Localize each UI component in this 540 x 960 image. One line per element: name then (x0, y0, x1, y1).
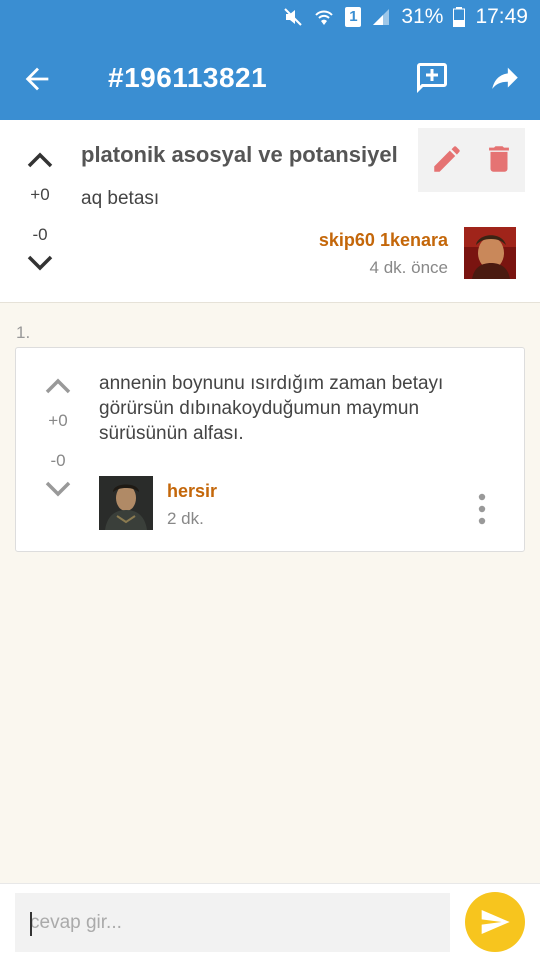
send-icon (481, 910, 510, 934)
chevron-up-icon[interactable] (38, 374, 78, 403)
battery-text: 31% (401, 5, 444, 28)
entry-body: aq betası (81, 188, 160, 209)
author-avatar[interactable] (464, 227, 516, 279)
entry-card: +0 -0 platonik asosyal ve potansiyel aq … (0, 120, 540, 303)
arrow-left-icon[interactable] (20, 62, 54, 96)
status-bar: 1 31% 17:49 (0, 0, 540, 36)
entry-actions (418, 128, 525, 192)
add-comment-icon[interactable] (414, 60, 450, 96)
reply-time: 2 dk. (167, 509, 204, 528)
sim-indicator: 1 (345, 7, 362, 27)
reply-card: +0 -0 annenin boynunu ısırdığım zaman be… (15, 347, 525, 552)
clock: 17:49 (475, 5, 528, 28)
reply-input[interactable] (15, 893, 450, 952)
downvote-count: -0 (50, 451, 66, 470)
share-icon[interactable] (488, 62, 522, 96)
reply-input-bar (0, 883, 540, 960)
mute-icon (283, 7, 303, 27)
battery-icon (453, 7, 466, 27)
chevron-up-icon[interactable] (20, 148, 60, 177)
entry-vote-column: +0 -0 (20, 148, 60, 280)
status-icons: 1 31% 17:49 (283, 5, 528, 29)
reply-body: annenin boynunu ısırdığım zaman betayı g… (99, 373, 444, 444)
signal-icon (371, 7, 391, 27)
trash-icon[interactable] (482, 142, 516, 176)
page-title: #196113821 (108, 62, 268, 93)
reply-author[interactable]: hersir (167, 481, 217, 502)
more-vertical-icon[interactable] (472, 492, 492, 526)
entry-title[interactable]: platonik asosyal ve potansiyel (81, 142, 411, 168)
text-cursor (30, 912, 32, 936)
wifi-icon (313, 7, 335, 27)
entry-author[interactable]: skip60 1kenara (319, 230, 448, 251)
downvote-count: -0 (32, 225, 48, 244)
entry-time: 4 dk. önce (369, 258, 448, 277)
send-button[interactable] (465, 892, 525, 952)
chevron-down-icon[interactable] (38, 477, 78, 506)
pencil-icon[interactable] (430, 142, 464, 176)
reply-vote-column: +0 -0 (38, 374, 78, 506)
reply-author-avatar[interactable] (99, 476, 153, 530)
upvote-count: +0 (48, 411, 68, 430)
app-bar: #196113821 (0, 36, 540, 120)
reply-number: 1. (16, 323, 31, 342)
chevron-down-icon[interactable] (20, 251, 60, 280)
upvote-count: +0 (30, 185, 50, 204)
